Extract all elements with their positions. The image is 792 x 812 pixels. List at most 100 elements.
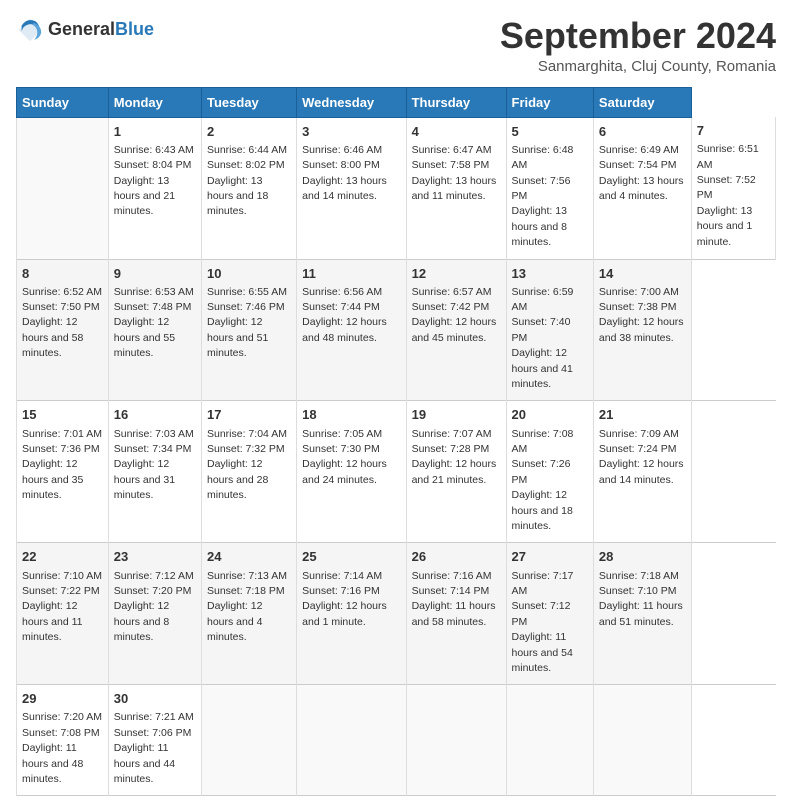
day-number: 29 [22, 690, 103, 708]
calendar-cell: 19Sunrise: 7:07 AMSunset: 7:28 PMDayligh… [406, 401, 506, 543]
day-info: Sunrise: 6:44 AMSunset: 8:02 PMDaylight:… [207, 144, 287, 218]
calendar-cell [297, 685, 406, 796]
day-info: Sunrise: 6:55 AMSunset: 7:46 PMDaylight:… [207, 286, 287, 360]
calendar-week-row: 1 Sunrise: 6:43 AMSunset: 8:04 PMDaylight… [17, 117, 776, 259]
day-number: 30 [114, 690, 196, 708]
header-day-saturday: Saturday [593, 87, 691, 117]
day-number: 18 [302, 406, 400, 424]
calendar-cell: 1 Sunrise: 6:43 AMSunset: 8:04 PMDaylight… [108, 117, 201, 259]
calendar-week-row: 22Sunrise: 7:10 AMSunset: 7:22 PMDayligh… [17, 543, 776, 685]
day-info: Sunrise: 7:03 AMSunset: 7:34 PMDaylight:… [114, 428, 194, 502]
day-info: Sunrise: 7:04 AMSunset: 7:32 PMDaylight:… [207, 428, 287, 502]
calendar-cell [202, 685, 297, 796]
calendar-cell [17, 117, 109, 259]
day-number: 12 [412, 265, 501, 283]
day-info: Sunrise: 7:13 AMSunset: 7:18 PMDaylight:… [207, 570, 287, 644]
calendar-cell: 30 Sunrise: 7:21 AMSunset: 7:06 PMDayligh… [108, 685, 201, 796]
day-info: Sunrise: 6:47 AMSunset: 7:58 PMDaylight:… [412, 144, 497, 202]
day-info: Sunrise: 7:12 AMSunset: 7:20 PMDaylight:… [114, 570, 194, 644]
day-info: Sunrise: 6:51 AMSunset: 7:52 PMDaylight:… [697, 143, 759, 247]
day-number: 20 [512, 406, 588, 424]
calendar-cell: 2 Sunrise: 6:44 AMSunset: 8:02 PMDaylight… [202, 117, 297, 259]
day-number: 19 [412, 406, 501, 424]
day-info: Sunrise: 7:14 AMSunset: 7:16 PMDaylight:… [302, 570, 387, 628]
calendar-cell: 14 Sunrise: 7:00 AMSunset: 7:38 PMDayligh… [593, 259, 691, 401]
day-number: 2 [207, 123, 291, 141]
calendar-cell: 27Sunrise: 7:17 AMSunset: 7:12 PMDayligh… [506, 543, 593, 685]
calendar-header-row: SundayMondayTuesdayWednesdayThursdayFrid… [17, 87, 776, 117]
calendar-cell: 3 Sunrise: 6:46 AMSunset: 8:00 PMDaylight… [297, 117, 406, 259]
day-info: Sunrise: 7:05 AMSunset: 7:30 PMDaylight:… [302, 428, 387, 486]
calendar-cell: 24Sunrise: 7:13 AMSunset: 7:18 PMDayligh… [202, 543, 297, 685]
calendar-cell: 5Sunrise: 6:48 AMSunset: 7:56 PMDaylight… [506, 117, 593, 259]
day-number: 13 [512, 265, 588, 283]
day-info: Sunrise: 6:49 AMSunset: 7:54 PMDaylight:… [599, 144, 684, 202]
calendar-week-row: 15 Sunrise: 7:01 AMSunset: 7:36 PMDayligh… [17, 401, 776, 543]
day-info: Sunrise: 7:00 AMSunset: 7:38 PMDaylight:… [599, 286, 684, 344]
day-info: Sunrise: 6:59 AMSunset: 7:40 PMDaylight:… [512, 286, 574, 390]
calendar-cell: 10 Sunrise: 6:55 AMSunset: 7:46 PMDayligh… [202, 259, 297, 401]
day-number: 21 [599, 406, 686, 424]
day-number: 23 [114, 548, 196, 566]
day-number: 16 [114, 406, 196, 424]
logo-icon [16, 16, 44, 44]
day-number: 5 [512, 123, 588, 141]
calendar-cell: 18 Sunrise: 7:05 AMSunset: 7:30 PMDayligh… [297, 401, 406, 543]
calendar-cell: 28Sunrise: 7:18 AMSunset: 7:10 PMDayligh… [593, 543, 691, 685]
day-number: 11 [302, 265, 400, 283]
day-number: 22 [22, 548, 103, 566]
page-header: GeneralBlue September 2024 Sanmarghita, … [16, 16, 776, 75]
main-title: September 2024 [500, 16, 776, 56]
day-info: Sunrise: 6:43 AMSunset: 8:04 PMDaylight:… [114, 144, 194, 218]
calendar-cell: 7 Sunrise: 6:51 AMSunset: 7:52 PMDaylight… [691, 117, 775, 259]
calendar-cell: 20 Sunrise: 7:08 AMSunset: 7:26 PMDayligh… [506, 401, 593, 543]
calendar-cell: 12Sunrise: 6:57 AMSunset: 7:42 PMDayligh… [406, 259, 506, 401]
calendar-cell [506, 685, 593, 796]
calendar-cell: 6 Sunrise: 6:49 AMSunset: 7:54 PMDaylight… [593, 117, 691, 259]
day-number: 7 [697, 122, 770, 140]
header-day-thursday: Thursday [406, 87, 506, 117]
calendar-cell: 23 Sunrise: 7:12 AMSunset: 7:20 PMDayligh… [108, 543, 201, 685]
calendar-cell: 22Sunrise: 7:10 AMSunset: 7:22 PMDayligh… [17, 543, 109, 685]
day-info: Sunrise: 6:52 AMSunset: 7:50 PMDaylight:… [22, 286, 102, 360]
subtitle: Sanmarghita, Cluj County, Romania [500, 58, 776, 75]
calendar-week-row: 8 Sunrise: 6:52 AMSunset: 7:50 PMDaylight… [17, 259, 776, 401]
calendar-table: SundayMondayTuesdayWednesdayThursdayFrid… [16, 87, 776, 797]
day-info: Sunrise: 6:56 AMSunset: 7:44 PMDaylight:… [302, 286, 387, 344]
day-number: 26 [412, 548, 501, 566]
header-day-friday: Friday [506, 87, 593, 117]
calendar-cell [406, 685, 506, 796]
day-info: Sunrise: 7:17 AMSunset: 7:12 PMDaylight:… [512, 570, 574, 674]
day-number: 10 [207, 265, 291, 283]
calendar-cell: 25 Sunrise: 7:14 AMSunset: 7:16 PMDayligh… [297, 543, 406, 685]
day-info: Sunrise: 7:18 AMSunset: 7:10 PMDaylight:… [599, 570, 683, 628]
day-info: Sunrise: 7:09 AMSunset: 7:24 PMDaylight:… [599, 428, 684, 486]
title-block: September 2024 Sanmarghita, Cluj County,… [500, 16, 776, 75]
calendar-cell: 11 Sunrise: 6:56 AMSunset: 7:44 PMDayligh… [297, 259, 406, 401]
day-number: 14 [599, 265, 686, 283]
day-number: 8 [22, 265, 103, 283]
day-number: 3 [302, 123, 400, 141]
day-info: Sunrise: 6:46 AMSunset: 8:00 PMDaylight:… [302, 144, 387, 202]
logo: GeneralBlue [16, 16, 154, 44]
header-day-monday: Monday [108, 87, 201, 117]
day-number: 9 [114, 265, 196, 283]
day-number: 4 [412, 123, 501, 141]
logo-text: GeneralBlue [48, 20, 154, 40]
day-number: 6 [599, 123, 686, 141]
calendar-cell: 8 Sunrise: 6:52 AMSunset: 7:50 PMDaylight… [17, 259, 109, 401]
day-info: Sunrise: 7:21 AMSunset: 7:06 PMDaylight:… [114, 711, 194, 785]
day-number: 1 [114, 123, 196, 141]
header-day-tuesday: Tuesday [202, 87, 297, 117]
calendar-cell: 26Sunrise: 7:16 AMSunset: 7:14 PMDayligh… [406, 543, 506, 685]
day-info: Sunrise: 7:01 AMSunset: 7:36 PMDaylight:… [22, 428, 102, 502]
day-number: 25 [302, 548, 400, 566]
header-day-sunday: Sunday [17, 87, 109, 117]
calendar-cell: 4 Sunrise: 6:47 AMSunset: 7:58 PMDaylight… [406, 117, 506, 259]
day-info: Sunrise: 7:08 AMSunset: 7:26 PMDaylight:… [512, 428, 574, 532]
calendar-cell: 17Sunrise: 7:04 AMSunset: 7:32 PMDayligh… [202, 401, 297, 543]
calendar-cell [593, 685, 691, 796]
day-number: 15 [22, 406, 103, 424]
calendar-cell: 16 Sunrise: 7:03 AMSunset: 7:34 PMDayligh… [108, 401, 201, 543]
calendar-cell: 21 Sunrise: 7:09 AMSunset: 7:24 PMDayligh… [593, 401, 691, 543]
